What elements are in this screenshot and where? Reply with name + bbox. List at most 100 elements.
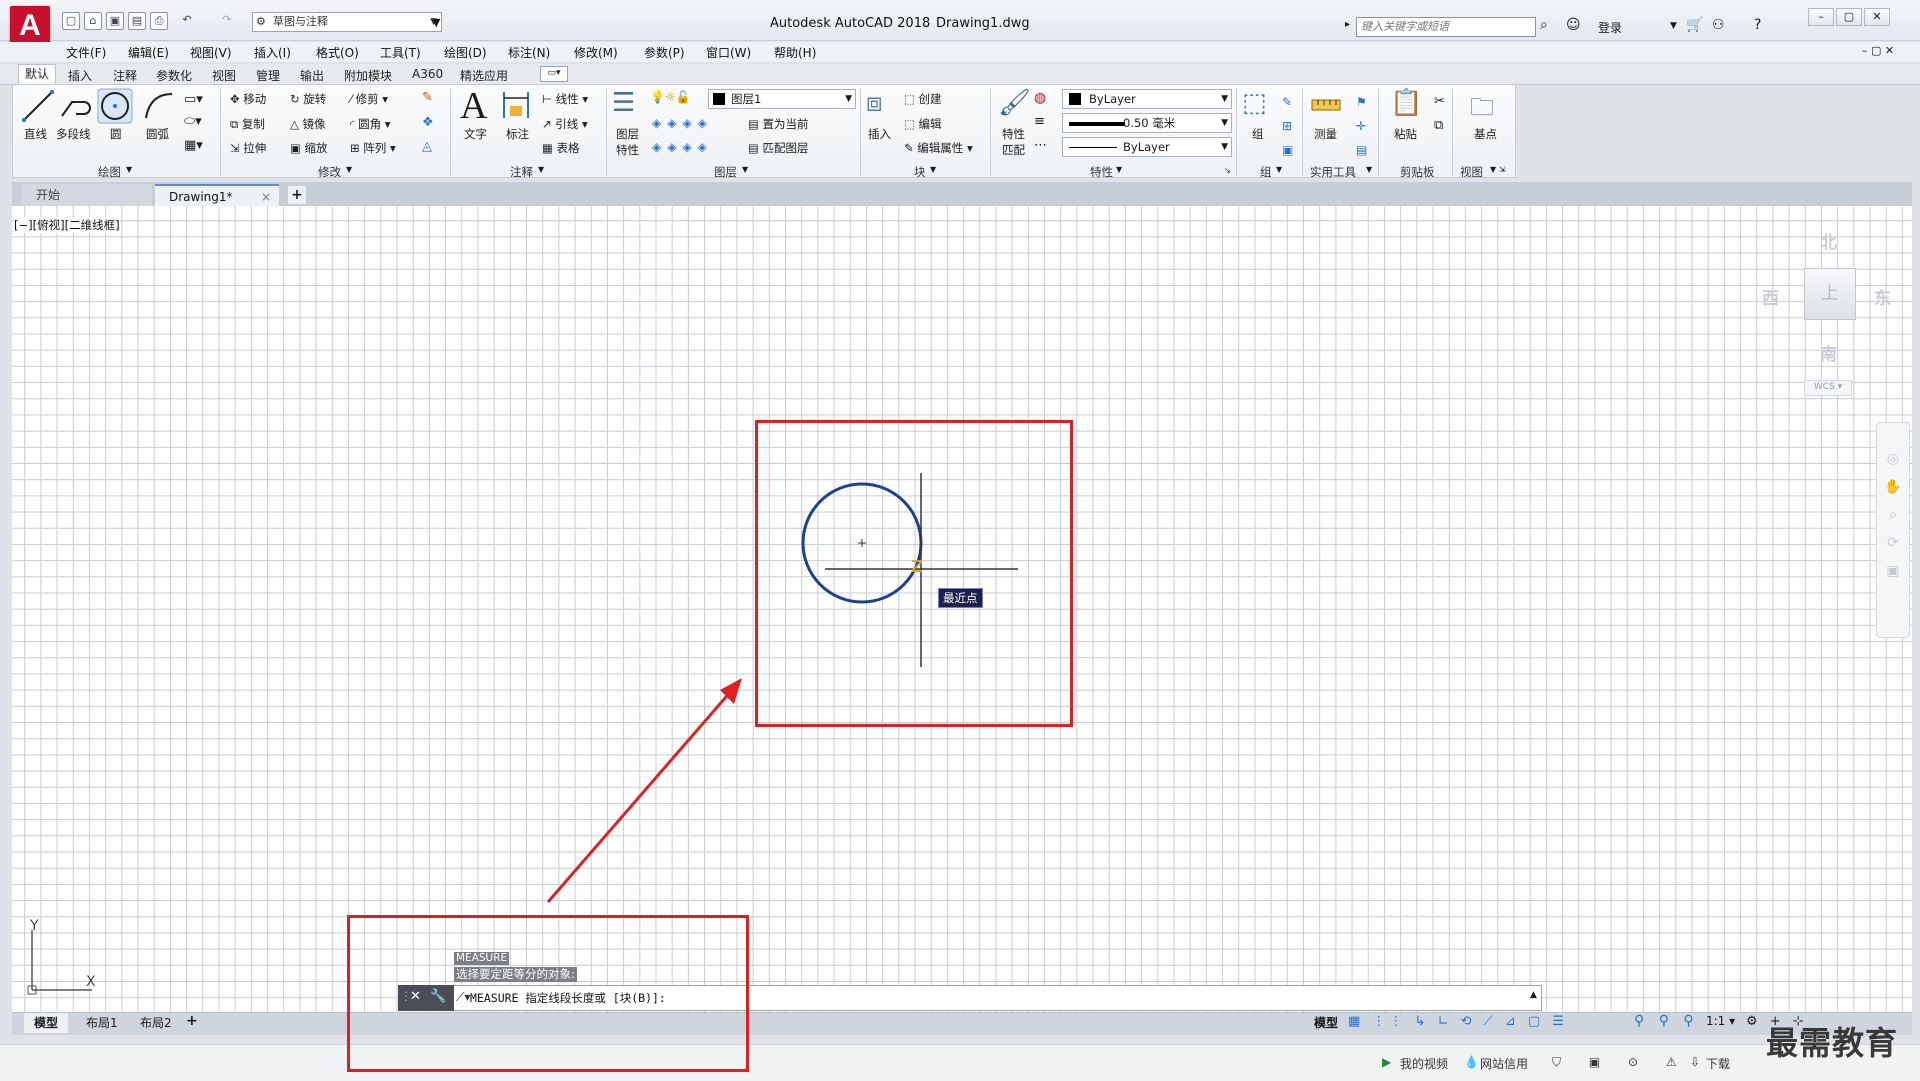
explode-icon[interactable]: ❖ xyxy=(422,115,434,130)
menu-format[interactable]: 格式(O) xyxy=(316,44,359,61)
panel-title-properties[interactable]: 特性 xyxy=(1090,164,1113,180)
tab-featured-apps[interactable]: 精选应用 xyxy=(460,67,508,84)
mirror-tool[interactable]: △ 镜像 xyxy=(290,116,326,132)
layout-tab-layout1[interactable]: 布局1 xyxy=(76,1013,128,1033)
erase-icon[interactable]: ✎ xyxy=(422,90,433,105)
linear-dim-tool[interactable]: ⊢ 线性 ▾ xyxy=(542,91,588,107)
groups-expand-icon[interactable]: ▼ xyxy=(1276,165,1282,174)
viewcube-west[interactable]: 西 xyxy=(1762,284,1779,309)
array-tool[interactable]: ⊞ 阵列 ▾ xyxy=(350,140,396,156)
menu-dimension[interactable]: 标注(N) xyxy=(508,44,550,61)
os-network-icon[interactable]: 💧 xyxy=(1464,1055,1479,1069)
os-download[interactable]: 下载 xyxy=(1706,1055,1730,1072)
layout-tab-layout2[interactable]: 布局2 xyxy=(130,1013,182,1033)
annotation-scale[interactable]: 1:1 ▾ xyxy=(1706,1014,1735,1028)
base-view-icon[interactable]: 🗀 xyxy=(1470,90,1494,131)
menu-edit[interactable]: 编辑(E) xyxy=(128,44,169,61)
binoculars-icon[interactable]: ⌕ xyxy=(1540,17,1548,33)
layer-properties-icon[interactable]: ☰ xyxy=(612,88,635,118)
expand-search-icon[interactable]: ▸ xyxy=(1345,19,1350,30)
cart-icon[interactable]: 🛒 xyxy=(1686,17,1703,33)
properties-dialog-launcher[interactable]: ↘ xyxy=(1224,166,1231,175)
scale-tool[interactable]: ▣ 缩放 xyxy=(290,140,328,156)
modify-expand-icon[interactable]: ▼ xyxy=(346,165,352,174)
paste-icon[interactable]: 📋 xyxy=(1390,88,1422,118)
search-input[interactable]: 键入关键字或短语 xyxy=(1356,17,1536,37)
rotate-tool[interactable]: ↻ 旋转 xyxy=(290,91,326,107)
insert-block-icon[interactable]: ⧈ xyxy=(866,88,883,119)
rectangle-tool-icon[interactable]: ▭▾ xyxy=(184,92,203,107)
new-file-icon[interactable]: ▢ xyxy=(62,12,80,30)
plot-icon[interactable]: ⎙ xyxy=(150,12,168,30)
hatch-tool-icon[interactable]: ▦▾ xyxy=(184,138,203,153)
layer-state-icons[interactable]: 💡☼🔓 xyxy=(650,90,691,104)
block-expand-icon[interactable]: ▼ xyxy=(930,165,936,174)
os-network-credit[interactable]: 网站信用 xyxy=(1480,1055,1528,1072)
viewcube-north[interactable]: 北 xyxy=(1820,228,1837,253)
os-tray-icons[interactable]: ⛉ ▣ ⊙ ⚠ xyxy=(1552,1055,1689,1070)
polyline-tool-icon[interactable] xyxy=(58,88,94,124)
table-tool[interactable]: ▦ 表格 xyxy=(542,140,580,156)
panel-title-groups[interactable]: 组 xyxy=(1260,164,1272,180)
save-as-icon[interactable]: ▤ xyxy=(128,12,146,30)
create-block-tool[interactable]: ⬚ 创建 xyxy=(904,91,942,107)
panel-title-layers[interactable]: 图层 xyxy=(714,164,737,180)
layout-tab-model[interactable]: 模型 xyxy=(24,1013,69,1033)
offset-icon[interactable]: ◬ xyxy=(422,139,432,154)
maximize-button[interactable]: ▢ xyxy=(1836,8,1862,26)
viewcube-east[interactable]: 东 xyxy=(1874,284,1891,309)
panel-title-annotation[interactable]: 注释 xyxy=(510,164,533,180)
layers-expand-icon[interactable]: ▼ xyxy=(742,165,748,174)
text-tool-icon[interactable]: A xyxy=(460,84,487,128)
menu-parametric[interactable]: 参数(P) xyxy=(644,44,685,61)
new-tab-button[interactable]: + xyxy=(288,186,306,204)
doc-window-controls[interactable]: – ▢ ✕ xyxy=(1862,44,1894,57)
ellipse-tool-icon[interactable]: ⬭▾ xyxy=(184,114,202,129)
login-dropdown-icon[interactable]: ▼ xyxy=(1670,21,1677,31)
close-button[interactable]: ✕ xyxy=(1864,8,1890,26)
file-tab-start[interactable]: 开始 xyxy=(22,184,152,206)
tab-view[interactable]: 视图 xyxy=(212,67,236,84)
redo-icon[interactable]: ↷ xyxy=(218,12,236,30)
tab-default[interactable]: 默认 xyxy=(18,64,57,85)
menu-help[interactable]: 帮助(H) xyxy=(774,44,816,61)
workspace-select[interactable]: ⚙ 草图与注释 ▼ xyxy=(252,12,442,32)
utilities-expand-icon[interactable]: ▼ xyxy=(1366,165,1372,174)
group-icon[interactable]: ⬚ xyxy=(1242,88,1267,118)
line-tool-icon[interactable] xyxy=(20,88,56,124)
viewcube-top-face[interactable]: 上 xyxy=(1804,268,1856,320)
leader-tool[interactable]: ↗ 引线 ▾ xyxy=(542,116,588,132)
color-select[interactable]: ByLayer ▼ xyxy=(1062,89,1232,109)
fillet-tool[interactable]: ◜ 圆角 ▾ xyxy=(350,116,391,132)
save-icon[interactable]: ▣ xyxy=(106,12,124,30)
viewcube-south[interactable]: 南 xyxy=(1820,340,1837,365)
tab-manage[interactable]: 管理 xyxy=(256,67,280,84)
user-icon[interactable]: ☺ xyxy=(1566,17,1581,33)
dimension-tool-icon[interactable] xyxy=(500,88,532,122)
exchange-icon[interactable]: ⚇ xyxy=(1712,17,1725,33)
panel-title-modify[interactable]: 修改 xyxy=(318,164,341,180)
move-tool[interactable]: ✥ 移动 xyxy=(230,91,266,107)
menu-modify[interactable]: 修改(M) xyxy=(574,44,618,61)
measure-icon[interactable] xyxy=(1310,92,1342,120)
panel-title-draw[interactable]: 绘图 xyxy=(98,164,121,180)
wcs-menu[interactable]: WCS ▾ xyxy=(1804,380,1852,396)
model-space-toggle[interactable]: 模型 xyxy=(1314,1014,1338,1031)
arc-tool-icon[interactable] xyxy=(140,88,176,124)
group-tools[interactable]: ✎ ⊞ ▣ xyxy=(1282,90,1293,162)
login-link[interactable]: 登录 xyxy=(1598,19,1622,36)
annotation-scale-icons[interactable]: ⚲ ⚲ ⚲ xyxy=(1634,1013,1699,1029)
properties-expand-icon[interactable]: ▼ xyxy=(1116,165,1122,174)
stretch-tool[interactable]: ⇲ 拉伸 xyxy=(230,140,266,156)
navigation-bar[interactable]: ◎ ✋ ⌕ ⟳ ▣ xyxy=(1876,422,1910,638)
lineweight-select[interactable]: 0.50 毫米 ▼ xyxy=(1062,113,1232,133)
tab-annotate[interactable]: 注释 xyxy=(113,67,137,84)
tab-parametric[interactable]: 参数化 xyxy=(156,67,192,84)
color-wheel-icon[interactable]: ◍ xyxy=(1034,90,1046,106)
edit-block-tool[interactable]: ⬚ 编辑 xyxy=(904,116,942,132)
os-video-icon[interactable]: ▶ xyxy=(1382,1055,1391,1069)
panel-title-utilities[interactable]: 实用工具 xyxy=(1310,164,1356,180)
qat-customize-icon[interactable]: ▼ xyxy=(432,16,440,29)
match-properties-icon[interactable]: 🖌 xyxy=(998,88,1031,118)
menu-insert[interactable]: 插入(I) xyxy=(254,44,291,61)
